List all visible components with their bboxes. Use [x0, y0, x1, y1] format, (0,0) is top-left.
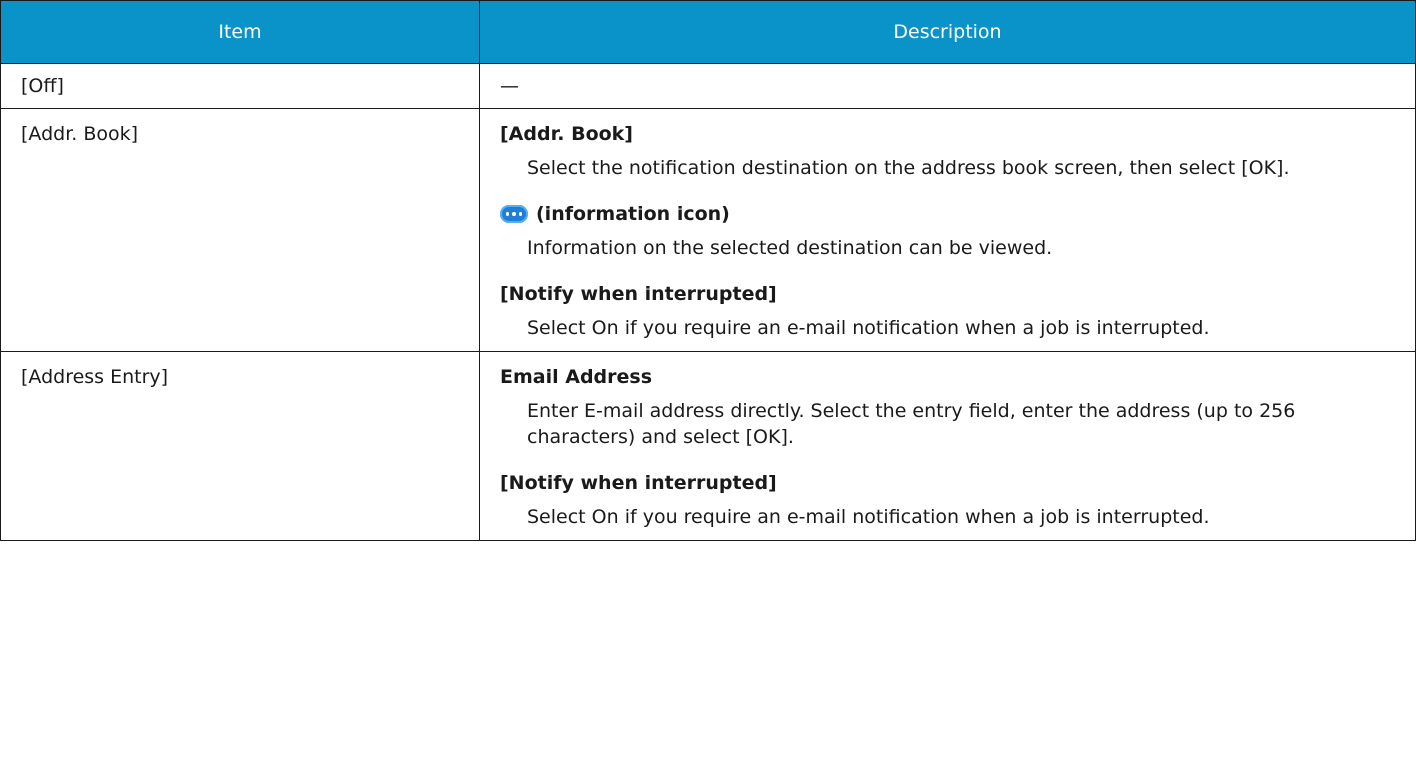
entry-text: Enter E-mail address directly. Select th… — [527, 400, 1296, 448]
entry-text: Select the notification destination on t… — [527, 157, 1290, 179]
description-entry: [Notify when interrupted] Select On if y… — [500, 470, 1395, 530]
column-header-item: Item — [0, 0, 480, 64]
description-entry: (information icon) Information on the se… — [500, 201, 1395, 261]
entry-text: Select On if you require an e-mail notif… — [527, 506, 1210, 528]
description-cell: [Addr. Book] Select the notification des… — [479, 108, 1416, 352]
description-entry: [Notify when interrupted] Select On if y… — [500, 281, 1395, 341]
item-cell: [Addr. Book] — [0, 108, 480, 352]
entry-text: Select On if you require an e-mail notif… — [527, 317, 1210, 339]
item-cell: [Address Entry] — [0, 351, 480, 541]
item-cell: [Off] — [0, 63, 480, 109]
table-row-off: [Off] — — [0, 63, 1416, 109]
table-row-address-entry: [Address Entry] Email Address Enter E-ma… — [0, 351, 1416, 541]
entry-text: Information on the selected destination … — [527, 237, 1053, 259]
entry-title: Email Address — [500, 366, 653, 388]
description-cell: Email Address Enter E-mail address direc… — [479, 351, 1416, 541]
information-icon — [500, 205, 528, 223]
entry-title: [Notify when interrupted] — [500, 283, 777, 305]
description-cell: — — [479, 63, 1416, 109]
table-row-addr-book: [Addr. Book] [Addr. Book] Select the not… — [0, 108, 1416, 352]
description-entry: [Addr. Book] Select the notification des… — [500, 121, 1395, 181]
entry-title-text: (information icon) — [536, 203, 730, 225]
table-header-row: Item Description — [0, 0, 1416, 64]
description-entry: Email Address Enter E-mail address direc… — [500, 364, 1395, 450]
entry-title: (information icon) — [500, 201, 1395, 227]
entry-title: [Notify when interrupted] — [500, 472, 777, 494]
settings-table: Item Description [Off] — [Addr. Book] [A… — [0, 0, 1416, 541]
column-header-description: Description — [479, 0, 1416, 64]
entry-title: [Addr. Book] — [500, 123, 633, 145]
